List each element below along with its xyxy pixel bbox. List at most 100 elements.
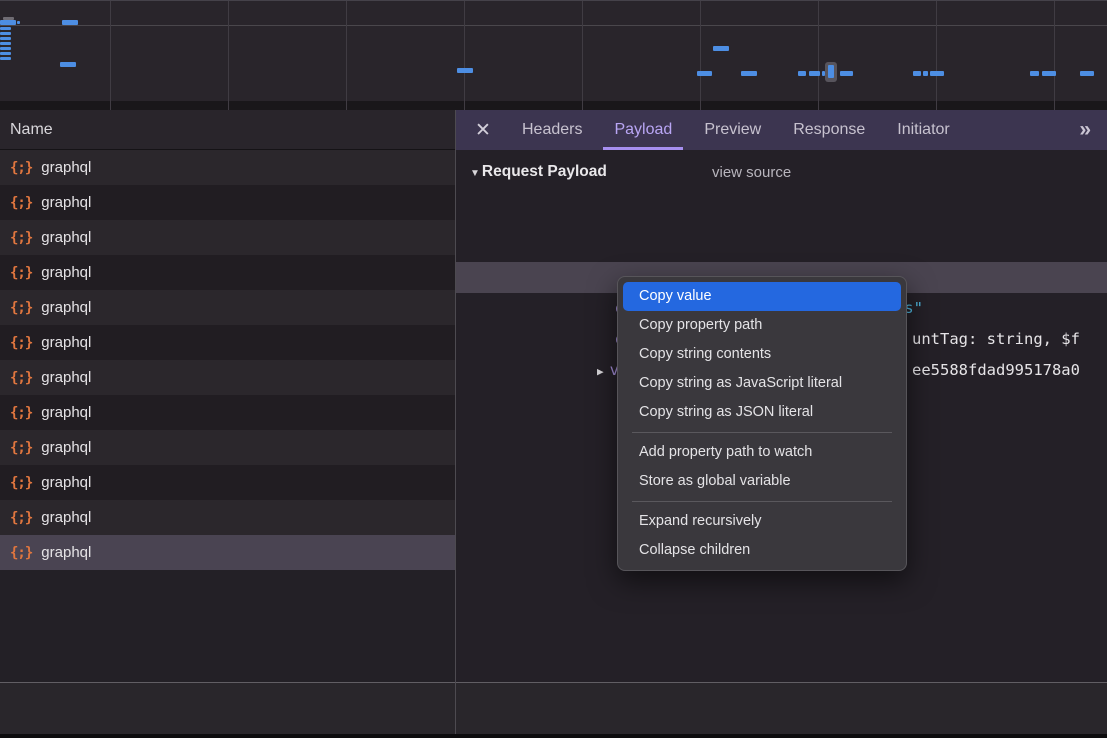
request-name: graphql	[41, 159, 91, 176]
waterfall-bar	[1080, 71, 1094, 76]
overview-gridline	[818, 1, 819, 110]
waterfall-bar	[741, 71, 757, 76]
fetch-json-icon: {;}	[10, 300, 32, 316]
fetch-json-icon: {;}	[10, 405, 32, 421]
network-overview-waterfall[interactable]	[0, 0, 1107, 110]
waterfall-bar	[60, 62, 76, 67]
waterfall-bar	[798, 71, 806, 76]
view-source-link[interactable]: view source	[712, 164, 791, 181]
table-row[interactable]: {;} graphql	[0, 290, 455, 325]
fetch-json-icon: {;}	[10, 545, 32, 561]
overview-gridline	[700, 1, 701, 110]
waterfall-bar	[1042, 71, 1056, 76]
tab-response[interactable]: Response	[782, 110, 876, 150]
section-title: Request Payload	[482, 163, 607, 181]
waterfall-bar	[0, 32, 11, 35]
waterfall-bar	[713, 46, 729, 51]
waterfall-bar	[0, 47, 11, 50]
request-name: graphql	[41, 334, 91, 351]
menu-item-add-property-path-to-watch[interactable]: Add property path to watch	[623, 438, 901, 467]
close-icon[interactable]: ✕	[470, 119, 496, 142]
fetch-json-icon: {;}	[10, 195, 32, 211]
devtools-window: Name {;}graphql{;}graphql{;}graphql{;}gr…	[0, 0, 1110, 740]
menu-item-copy-string-contents[interactable]: Copy string contents	[623, 340, 901, 369]
tab-initiator[interactable]: Initiator	[886, 110, 960, 150]
table-row[interactable]: {;} graphql	[0, 360, 455, 395]
table-row[interactable]: {;} graphql	[0, 325, 455, 360]
more-tabs-icon[interactable]: »	[1079, 118, 1107, 142]
fetch-json-icon: {;}	[10, 510, 32, 526]
property-row-operation-name[interactable]: operationName: "ipFlowTimeseries"	[456, 231, 1107, 262]
fetch-json-icon: {;}	[10, 440, 32, 456]
waterfall-bar	[0, 27, 11, 30]
overview-gridline	[346, 1, 347, 110]
waterfall-bar	[0, 20, 16, 25]
menu-item-copy-string-as-javascript-literal[interactable]: Copy string as JavaScript literal	[623, 369, 901, 398]
waterfall-bar	[809, 71, 820, 76]
table-row[interactable]: {;} graphql	[0, 185, 455, 220]
waterfall-bar	[62, 20, 78, 25]
request-name: graphql	[41, 264, 91, 281]
overview-gridline	[936, 1, 937, 110]
menu-separator	[632, 501, 892, 502]
table-row[interactable]: {;} graphql	[0, 535, 455, 570]
request-name: graphql	[41, 509, 91, 526]
waterfall-bar	[17, 21, 20, 24]
overview-gridline	[1054, 1, 1055, 110]
panel-split-divider[interactable]	[455, 110, 456, 734]
column-header-label: Name	[10, 121, 53, 139]
column-header-name[interactable]: Name	[0, 110, 455, 150]
waterfall-bar	[457, 68, 473, 73]
request-name: graphql	[41, 439, 91, 456]
fetch-json-icon: {;}	[10, 265, 32, 281]
fetch-json-icon: {;}	[10, 370, 32, 386]
menu-item-copy-string-as-json-literal[interactable]: Copy string as JSON literal	[623, 398, 901, 427]
tab-headers[interactable]: Headers	[511, 110, 593, 150]
menu-separator	[632, 432, 892, 433]
table-row[interactable]: {;} graphql	[0, 500, 455, 535]
request-name: graphql	[41, 404, 91, 421]
menu-item-store-as-global-variable[interactable]: Store as global variable	[623, 467, 901, 496]
table-row[interactable]: {;}graphql	[0, 220, 455, 255]
waterfall-bar	[1030, 71, 1039, 76]
section-expander-icon[interactable]: ▼	[470, 168, 480, 179]
table-row[interactable]: {;} graphql	[0, 395, 455, 430]
query-value-fragment: untTag: string, $f	[912, 324, 1080, 355]
table-row[interactable]: {;} graphql	[0, 255, 455, 290]
detail-tab-bar: ✕ HeadersPayloadPreviewResponseInitiator…	[456, 110, 1107, 150]
waterfall-bar	[0, 57, 11, 60]
tab-preview[interactable]: Preview	[693, 110, 772, 150]
payload-root-row[interactable]: ▼{operationName: "ipFlowTimeseries", var…	[456, 200, 1107, 231]
overview-gridline	[228, 1, 229, 110]
overview-gridline	[464, 1, 465, 110]
overview-gridline	[110, 1, 111, 110]
waterfall-bar	[697, 71, 712, 76]
menu-item-copy-value[interactable]: Copy value	[623, 282, 901, 311]
overview-marker-bar	[828, 65, 834, 78]
waterfall-bar	[0, 37, 11, 40]
menu-item-copy-property-path[interactable]: Copy property path	[623, 311, 901, 340]
request-name: graphql	[41, 194, 91, 211]
fetch-json-icon: {;}	[10, 160, 32, 176]
overview-horizontal-gridline	[0, 25, 1107, 26]
table-row[interactable]: {;}graphql	[0, 465, 455, 500]
status-footer-area	[0, 683, 1107, 734]
detail-tabs: HeadersPayloadPreviewResponseInitiator	[506, 110, 966, 150]
fetch-json-icon: {;}	[10, 335, 32, 351]
request-list: {;} graphql {;} graphql {;} graphql {;} graphql…	[0, 150, 455, 570]
menu-item-expand-recursively[interactable]: Expand recursively	[623, 507, 901, 536]
waterfall-bar	[0, 42, 11, 45]
request-name: graphql	[41, 544, 91, 561]
request-name: graphql	[41, 369, 91, 386]
menu-item-collapse-children[interactable]: Collapse children	[623, 536, 901, 565]
tab-payload[interactable]: Payload	[603, 110, 683, 150]
request-payload-section-header[interactable]: ▼ Request Payload	[470, 163, 607, 181]
window-bottom-edge	[0, 734, 1107, 738]
request-name: graphql	[41, 299, 91, 316]
expand-expander-icon[interactable]: ▶	[597, 365, 604, 378]
table-row[interactable]: {;} graphql	[0, 430, 455, 465]
table-row[interactable]: {;} graphql	[0, 150, 455, 185]
waterfall-bar	[930, 71, 944, 76]
waterfall-bar	[840, 71, 853, 76]
waterfall-bar	[913, 71, 921, 76]
